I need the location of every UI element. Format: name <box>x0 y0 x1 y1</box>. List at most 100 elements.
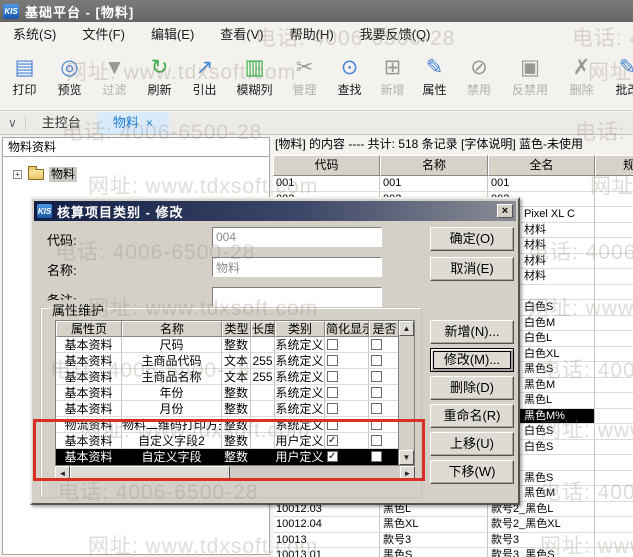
ok-button[interactable]: 确定(O) <box>430 227 514 251</box>
simplified-display-cell[interactable]: ✓ <box>325 433 369 449</box>
field-input-0[interactable] <box>212 227 382 247</box>
grid-column-header-名称[interactable]: 名称 <box>380 155 488 176</box>
property-cell[interactable]: 用户定义 <box>275 433 325 449</box>
property-cell[interactable]: 基本资料 <box>56 449 122 465</box>
grid-cell[interactable]: 款号3 <box>380 533 488 549</box>
grid-cell[interactable] <box>595 409 633 425</box>
table-row[interactable]: 10012.04黑色XL款号2_黑色XL <box>273 517 633 533</box>
property-row[interactable]: 基本资料自定义字段2整数用户定义✓ <box>56 433 398 449</box>
table-row[interactable]: 10013.01黑色S款号3_黑色S <box>273 548 633 557</box>
property-cell[interactable]: 主商品名称 <box>122 369 222 385</box>
flag-cell[interactable] <box>369 417 400 433</box>
checkbox-unchecked-icon[interactable] <box>371 451 382 462</box>
checkbox-unchecked-icon[interactable] <box>327 387 338 398</box>
menu-item-查看(V)[interactable]: 查看(V) <box>207 22 276 48</box>
menu-item-文件(F)[interactable]: 文件(F) <box>69 22 138 48</box>
checkbox-unchecked-icon[interactable] <box>327 419 338 430</box>
checkbox-checked-icon[interactable]: ✓ <box>327 435 338 446</box>
grid-cell[interactable] <box>595 223 633 239</box>
field-input-1[interactable] <box>212 257 382 277</box>
grid-cell[interactable]: 001 <box>273 176 380 192</box>
dialog-button-上移U[interactable]: 上移(U) <box>430 432 514 456</box>
grid-column-header-规格[interactable]: 规格 <box>595 155 633 176</box>
property-cell[interactable]: 基本资料 <box>56 401 122 417</box>
toolbar-button-预览[interactable]: ◎预览 <box>47 54 92 98</box>
tree-item-label[interactable]: 物料 <box>49 167 77 182</box>
property-cell[interactable]: 基本资料 <box>56 433 122 449</box>
flag-cell[interactable] <box>369 433 400 449</box>
grid-cell[interactable] <box>595 548 633 557</box>
checkbox-unchecked-icon[interactable] <box>371 387 382 398</box>
property-cell[interactable]: 系统定义 <box>275 385 325 401</box>
simplified-display-cell[interactable] <box>325 353 369 369</box>
property-row[interactable]: 基本资料自定义字段整数用户定义✓ <box>56 449 398 465</box>
property-cell[interactable] <box>251 433 275 449</box>
grid-cell[interactable] <box>595 285 633 301</box>
simplified-display-cell[interactable] <box>325 385 369 401</box>
flag-cell[interactable] <box>369 449 400 465</box>
grid-cell[interactable]: 001 <box>380 176 488 192</box>
toolbar-button-属性[interactable]: ✎属性 <box>413 54 456 98</box>
table-row[interactable]: 10013款号3款号3 <box>273 533 633 549</box>
tree-item-material[interactable]: + 物料 <box>13 167 269 182</box>
checkbox-unchecked-icon[interactable] <box>371 371 382 382</box>
property-cell[interactable]: 系统定义 <box>275 337 325 353</box>
property-column-header-类型[interactable]: 类型 <box>222 321 251 337</box>
simplified-display-cell[interactable] <box>325 401 369 417</box>
property-row[interactable]: 物流资料物料二维码打印方式整数系统定义 <box>56 417 398 433</box>
toolbar-button-引出[interactable]: ↗引出 <box>182 54 227 98</box>
property-row[interactable]: 基本资料年份整数系统定义 <box>56 385 398 401</box>
grid-cell[interactable] <box>595 440 633 456</box>
grid-cell[interactable] <box>595 502 633 518</box>
tab-主控台[interactable]: 主控台 <box>26 112 97 134</box>
field-input-2[interactable] <box>212 287 382 307</box>
grid-cell[interactable] <box>595 316 633 332</box>
grid-cell[interactable] <box>595 192 633 208</box>
property-cell[interactable]: 物流资料 <box>56 417 122 433</box>
checkbox-unchecked-icon[interactable] <box>327 371 338 382</box>
property-cell[interactable]: 文本 <box>222 353 251 369</box>
grid-cell[interactable]: 款号2_黑色XL <box>488 517 595 533</box>
grid-cell[interactable] <box>595 207 633 223</box>
grid-cell[interactable] <box>595 486 633 502</box>
property-cell[interactable]: 自定义字段 <box>122 449 222 465</box>
checkbox-unchecked-icon[interactable] <box>371 403 382 414</box>
grid-cell[interactable] <box>595 238 633 254</box>
property-cell[interactable]: 用户定义 <box>275 449 325 465</box>
property-cell[interactable]: 整数 <box>222 385 251 401</box>
simplified-display-cell[interactable] <box>325 369 369 385</box>
grid-cell[interactable]: 10013.01 <box>273 548 380 557</box>
dialog-button-删除D[interactable]: 删除(D) <box>430 376 514 400</box>
grid-cell[interactable] <box>595 424 633 440</box>
property-cell[interactable]: 年份 <box>122 385 222 401</box>
grid-cell[interactable] <box>595 254 633 270</box>
scroll-right-icon[interactable]: ► <box>400 466 415 481</box>
property-row[interactable]: 基本资料月份整数系统定义 <box>56 401 398 417</box>
flag-cell[interactable] <box>369 337 400 353</box>
grid-cell[interactable] <box>595 269 633 285</box>
dialog-button-重命名R[interactable]: 重命名(R) <box>430 404 514 428</box>
property-cell[interactable]: 系统定义 <box>275 401 325 417</box>
menu-item-编辑(E)[interactable]: 编辑(E) <box>138 22 207 48</box>
property-cell[interactable]: 自定义字段2 <box>122 433 222 449</box>
grid-column-header-全名[interactable]: 全名 <box>488 155 595 176</box>
tab-close-icon[interactable]: × <box>146 116 153 130</box>
table-row[interactable]: 001001001 <box>273 176 633 192</box>
property-cell[interactable]: 系统定义 <box>275 353 325 369</box>
scroll-up-icon[interactable]: ▲ <box>399 321 414 336</box>
grid-cell[interactable] <box>595 378 633 394</box>
property-cell[interactable]: 基本资料 <box>56 369 122 385</box>
scroll-left-icon[interactable]: ◄ <box>55 466 70 481</box>
grid-cell[interactable] <box>595 393 633 409</box>
checkbox-unchecked-icon[interactable] <box>371 419 382 430</box>
simplified-display-cell[interactable] <box>325 337 369 353</box>
property-cell[interactable] <box>251 449 275 465</box>
grid-cell[interactable] <box>595 362 633 378</box>
property-cell[interactable]: 物料二维码打印方式 <box>122 417 222 433</box>
grid-cell[interactable] <box>595 300 633 316</box>
close-icon[interactable]: × <box>497 204 513 218</box>
property-row[interactable]: 基本资料尺码整数系统定义 <box>56 337 398 353</box>
property-cell[interactable]: 主商品代码 <box>122 353 222 369</box>
property-cell[interactable]: 整数 <box>222 449 251 465</box>
property-cell[interactable]: 整数 <box>222 337 251 353</box>
